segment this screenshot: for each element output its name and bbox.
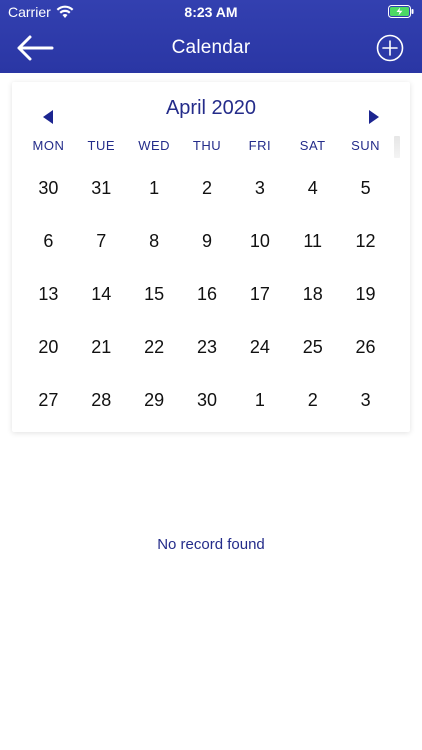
day-cell[interactable]: 30 (181, 374, 234, 427)
day-cell[interactable]: 23 (181, 321, 234, 374)
weekday-wed: WED (138, 138, 171, 153)
header: Carrier 8:23 AM Calendar (0, 0, 422, 73)
day-cell[interactable]: 20 (22, 321, 75, 374)
day-cell[interactable]: 25 (286, 321, 339, 374)
day-cell[interactable]: 2 (286, 374, 339, 427)
day-cell[interactable]: 24 (233, 321, 286, 374)
day-cell[interactable]: 29 (128, 374, 181, 427)
weekday-header: MON TUE WED THU FRI SAT SUN (22, 138, 392, 154)
nav-bar: Calendar (0, 24, 422, 73)
day-cell[interactable]: 7 (75, 215, 128, 268)
day-cell[interactable]: 1 (128, 162, 181, 215)
month-title: April 2020 (165, 97, 257, 119)
day-cell[interactable]: 13 (22, 268, 75, 321)
day-cell[interactable]: 3 (339, 374, 392, 427)
day-cell[interactable]: 18 (286, 268, 339, 321)
page-title: Calendar (171, 37, 251, 58)
day-cell[interactable]: 9 (181, 215, 234, 268)
weekday-thu: THU (192, 138, 222, 153)
day-cell[interactable]: 6 (22, 215, 75, 268)
day-cell[interactable]: 3 (233, 162, 286, 215)
days-grid: 30 31 1 2 3 4 5 6 7 8 9 10 11 12 13 14 1… (22, 162, 392, 427)
month-header: April 2020 (12, 82, 410, 134)
day-cell[interactable]: 28 (75, 374, 128, 427)
day-cell[interactable]: 15 (128, 268, 181, 321)
battery-charging-icon (388, 5, 414, 18)
day-cell[interactable]: 26 (339, 321, 392, 374)
day-cell[interactable]: 14 (75, 268, 128, 321)
day-cell[interactable]: 22 (128, 321, 181, 374)
weekday-tue: TUE (87, 138, 116, 153)
day-cell[interactable]: 5 (339, 162, 392, 215)
no-records-message: No record found (157, 536, 265, 553)
calendar-card: April 2020 MON TUE WED THU FRI SAT SUN 3… (12, 82, 410, 432)
status-time: 8:23 AM (184, 4, 238, 20)
day-cell[interactable]: 16 (181, 268, 234, 321)
add-button[interactable] (376, 34, 404, 62)
day-cell[interactable]: 30 (22, 162, 75, 215)
scroll-indicator[interactable] (394, 136, 400, 158)
weekday-sat: SAT (299, 138, 326, 153)
day-cell[interactable]: 1 (233, 374, 286, 427)
day-cell[interactable]: 10 (233, 215, 286, 268)
day-cell[interactable]: 27 (22, 374, 75, 427)
day-cell[interactable]: 8 (128, 215, 181, 268)
day-cell[interactable]: 21 (75, 321, 128, 374)
weekday-mon: MON (32, 138, 65, 153)
weekday-sun: SUN (351, 138, 381, 153)
day-cell[interactable]: 17 (233, 268, 286, 321)
triangle-right-icon (369, 110, 379, 124)
day-cell[interactable]: 2 (181, 162, 234, 215)
next-month-button[interactable] (366, 108, 382, 126)
status-bar: Carrier 8:23 AM (0, 0, 422, 24)
day-cell[interactable]: 4 (286, 162, 339, 215)
day-cell[interactable]: 31 (75, 162, 128, 215)
day-cell[interactable]: 11 (286, 215, 339, 268)
weekday-fri: FRI (248, 138, 272, 153)
day-cell[interactable]: 19 (339, 268, 392, 321)
day-cell[interactable]: 12 (339, 215, 392, 268)
